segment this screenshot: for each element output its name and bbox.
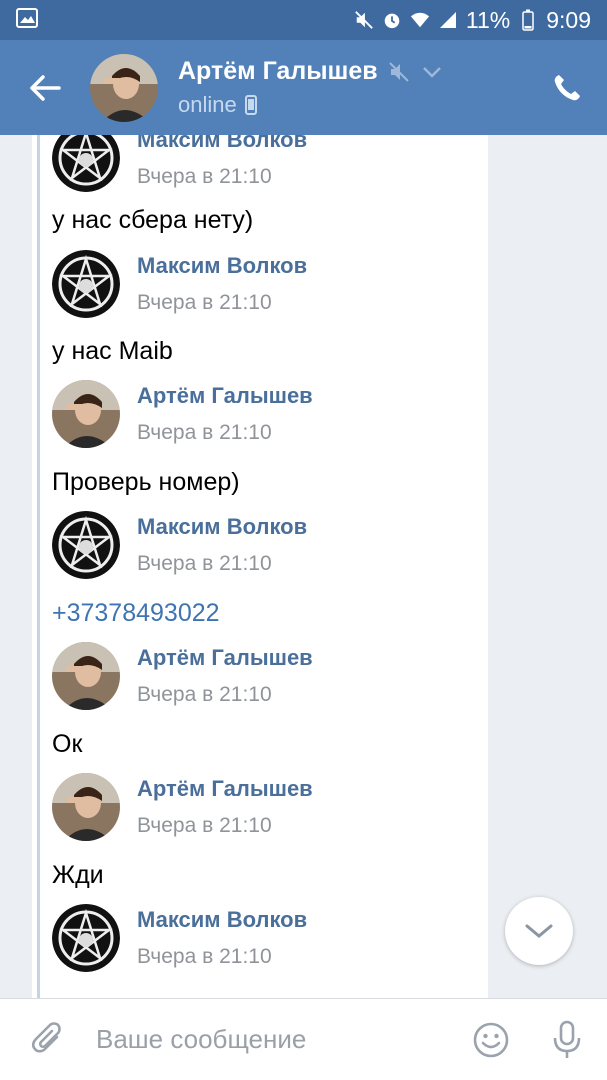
message-time: Вчера в 21:10 bbox=[137, 814, 272, 837]
phone-icon bbox=[554, 74, 580, 100]
message-text: Проверь номер) bbox=[52, 468, 240, 496]
message-author[interactable]: Артём Галышев Вчера в 21:10 bbox=[52, 773, 313, 841]
message-composer bbox=[0, 998, 607, 1080]
emoji-icon bbox=[473, 1022, 509, 1057]
call-button[interactable] bbox=[527, 40, 607, 135]
message-time: Вчера в 21:10 bbox=[137, 552, 272, 575]
microphone-button[interactable] bbox=[527, 999, 607, 1080]
chat-area[interactable]: Максим Волков Вчера в 21:10 у нас сбера … bbox=[0, 135, 607, 998]
mobile-icon bbox=[244, 95, 257, 115]
image-icon bbox=[16, 7, 38, 33]
muted-icon bbox=[388, 61, 409, 82]
paperclip-icon bbox=[31, 1021, 61, 1053]
mute-icon bbox=[354, 10, 374, 30]
avatar[interactable] bbox=[52, 511, 120, 579]
scroll-down-button[interactable] bbox=[505, 897, 573, 965]
status-time: 9:09 bbox=[546, 6, 591, 33]
header-avatar[interactable] bbox=[90, 53, 158, 122]
chevron-down-icon[interactable] bbox=[422, 65, 442, 79]
emoji-button[interactable] bbox=[455, 999, 527, 1080]
back-button[interactable] bbox=[0, 40, 90, 135]
avatar[interactable] bbox=[52, 642, 120, 710]
author-name[interactable]: Артём Галышев bbox=[137, 776, 313, 802]
message-text: у нас Maib bbox=[52, 337, 173, 365]
phone-link[interactable]: +37378493022 bbox=[52, 599, 220, 628]
message-time: Вчера в 21:10 bbox=[137, 945, 272, 968]
message-author[interactable]: Максим Волков Вчера в 21:10 bbox=[52, 511, 307, 579]
message-time: Вчера в 21:10 bbox=[137, 291, 272, 314]
forward-line bbox=[37, 135, 40, 998]
message-time: Вчера в 21:10 bbox=[137, 683, 272, 706]
author-name[interactable]: Максим Волков bbox=[137, 907, 307, 933]
message-text: у нас сбера нету) bbox=[52, 206, 254, 234]
wifi-icon bbox=[410, 10, 430, 30]
alarm-icon bbox=[382, 10, 402, 30]
contact-name[interactable]: Артём Галышев bbox=[178, 57, 378, 86]
message-input[interactable] bbox=[96, 1024, 455, 1055]
author-name[interactable]: Максим Волков bbox=[137, 514, 307, 540]
status-bar: 11% 9:09 bbox=[0, 0, 607, 40]
avatar[interactable] bbox=[52, 380, 120, 448]
author-name[interactable]: Артём Галышев bbox=[137, 645, 313, 671]
battery-percent: 11% bbox=[465, 6, 511, 33]
author-name[interactable]: Максим Волков bbox=[137, 135, 307, 153]
message-time: Вчера в 21:10 bbox=[137, 165, 272, 188]
avatar[interactable] bbox=[52, 250, 120, 318]
chat-header: Артём Галышев online bbox=[0, 40, 607, 135]
battery-icon bbox=[518, 9, 538, 31]
message-author[interactable]: Артём Галышев Вчера в 21:10 bbox=[52, 642, 313, 710]
avatar[interactable] bbox=[52, 135, 120, 192]
message-author[interactable]: Максим Волков Вчера в 21:10 bbox=[52, 250, 307, 318]
back-arrow-icon bbox=[30, 74, 61, 101]
avatar[interactable] bbox=[52, 904, 120, 972]
message-author[interactable]: Максим Волков Вчера в 21:10 bbox=[52, 135, 307, 192]
message-time: Вчера в 21:10 bbox=[137, 421, 272, 444]
message-text: Ок bbox=[52, 730, 83, 758]
message-author[interactable]: Артём Галышев Вчера в 21:10 bbox=[52, 380, 313, 448]
attach-button[interactable] bbox=[0, 999, 96, 1080]
online-status: online bbox=[178, 92, 237, 117]
signal-icon bbox=[438, 10, 458, 30]
microphone-icon bbox=[553, 1020, 581, 1058]
chevron-down-icon bbox=[525, 924, 553, 938]
message-text: Жди bbox=[52, 861, 104, 889]
avatar[interactable] bbox=[52, 773, 120, 841]
author-name[interactable]: Максим Волков bbox=[137, 253, 307, 279]
author-name[interactable]: Артём Галышев bbox=[137, 383, 313, 409]
message-author[interactable]: Максим Волков Вчера в 21:10 bbox=[52, 904, 307, 972]
